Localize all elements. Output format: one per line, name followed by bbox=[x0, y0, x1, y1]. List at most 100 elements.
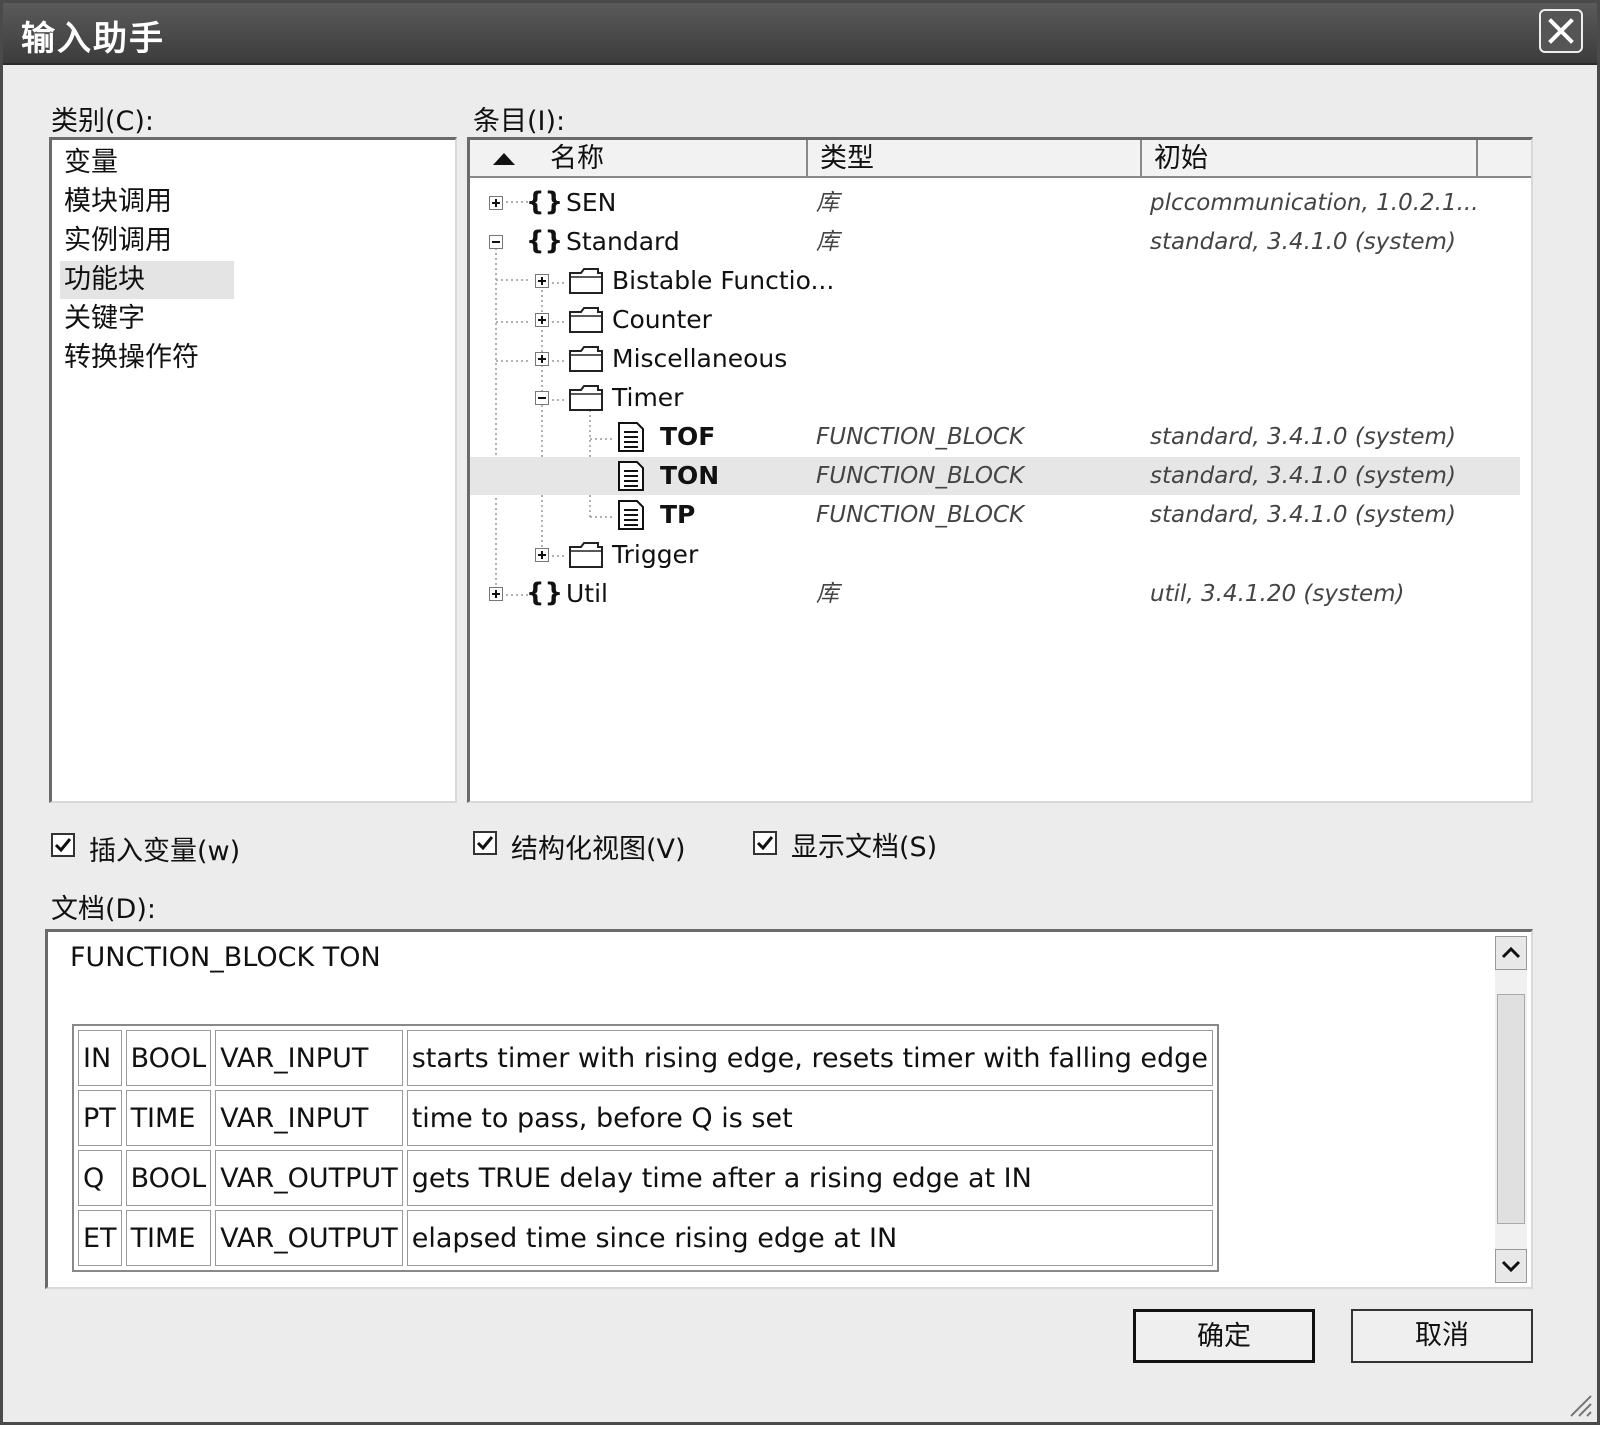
show-doc-checkbox[interactable] bbox=[753, 831, 777, 855]
param-description: elapsed time since rising edge at IN bbox=[406, 1210, 1213, 1266]
tree-row-ton[interactable]: TON FUNCTION_BLOCK standard, 3.4.1.0 (sy… bbox=[470, 457, 1520, 495]
close-button[interactable] bbox=[1539, 9, 1583, 53]
close-icon bbox=[1548, 18, 1574, 44]
tree-row-type: FUNCTION_BLOCK bbox=[816, 424, 1025, 450]
table-row: Q BOOL VAR_OUTPUT gets TRUE delay time a… bbox=[78, 1150, 1213, 1206]
resize-grip-icon[interactable] bbox=[1563, 1388, 1593, 1418]
column-header-type[interactable]: 类型 bbox=[808, 140, 1142, 178]
doc-panel[interactable]: FUNCTION_BLOCK TON IN BOOL VAR_INPUT sta… bbox=[45, 929, 1533, 1289]
tree-row-timer[interactable]: Timer bbox=[470, 379, 1520, 417]
tree-row-initial: standard, 3.4.1.0 (system) bbox=[1150, 424, 1456, 450]
expand-icon[interactable] bbox=[489, 196, 503, 210]
insert-variable-label[interactable]: 插入变量(w) bbox=[89, 829, 240, 868]
tree-row-bistable[interactable]: Bistable Functio... bbox=[470, 262, 1520, 300]
category-list[interactable]: 变量 模块调用 实例调用 功能块 关键字 转换操作符 bbox=[49, 137, 457, 803]
doc-scrollbar[interactable] bbox=[1495, 936, 1527, 1283]
items-tree[interactable]: 名称 类型 初始 {} SEN 库 plccommunication, 1.0.… bbox=[467, 137, 1533, 803]
tree-row-sen[interactable]: {} SEN 库 plccommunication, 1.0.2.1... bbox=[470, 184, 1520, 222]
ok-button[interactable]: 确定 bbox=[1133, 1309, 1315, 1363]
folder-icon bbox=[569, 346, 603, 372]
input-assistant-dialog: 输入助手 类别(C): 变量 模块调用 实例调用 功能块 关键字 转换操作符 条… bbox=[0, 0, 1600, 1425]
tree-row-initial: standard, 3.4.1.0 (system) bbox=[1150, 502, 1456, 528]
tree-row-util[interactable]: {} Util 库 util, 3.4.1.20 (system) bbox=[470, 575, 1520, 613]
tree-row-tp[interactable]: TP FUNCTION_BLOCK standard, 3.4.1.0 (sys… bbox=[470, 496, 1520, 534]
category-item-conversion-operator[interactable]: 转换操作符 bbox=[60, 339, 203, 377]
chevron-up-icon bbox=[1501, 946, 1521, 959]
chevron-down-icon bbox=[1501, 1260, 1521, 1273]
param-name: IN bbox=[78, 1030, 122, 1086]
scroll-down-button[interactable] bbox=[1495, 1249, 1527, 1283]
folder-open-icon bbox=[569, 385, 603, 411]
tree-row-counter[interactable]: Counter bbox=[470, 301, 1520, 339]
param-scope: VAR_INPUT bbox=[215, 1090, 403, 1146]
tree-row-name: Util bbox=[566, 579, 608, 608]
checkmark-icon bbox=[756, 836, 774, 851]
tree-row-miscellaneous[interactable]: Miscellaneous bbox=[470, 340, 1520, 378]
tree-row-trigger[interactable]: Trigger bbox=[470, 536, 1520, 574]
column-header-initial[interactable]: 初始 bbox=[1142, 140, 1478, 178]
category-item-instance-call[interactable]: 实例调用 bbox=[60, 222, 176, 260]
param-type: TIME bbox=[125, 1210, 212, 1266]
tree-row-name: Miscellaneous bbox=[612, 344, 788, 373]
category-item-variable[interactable]: 变量 bbox=[60, 144, 122, 182]
folder-icon bbox=[569, 307, 603, 333]
param-type: BOOL bbox=[125, 1030, 212, 1086]
param-scope: VAR_INPUT bbox=[215, 1030, 403, 1086]
tree-row-name: Trigger bbox=[612, 540, 699, 569]
tree-row-type: FUNCTION_BLOCK bbox=[816, 502, 1025, 528]
tree-row-type: 库 bbox=[816, 229, 839, 255]
param-type: BOOL bbox=[125, 1150, 212, 1206]
show-doc-label[interactable]: 显示文档(S) bbox=[791, 825, 937, 864]
insert-variable-checkbox[interactable] bbox=[51, 833, 75, 857]
checkmark-icon bbox=[54, 838, 72, 853]
category-label: 类别(C): bbox=[51, 106, 155, 137]
structured-view-checkbox[interactable] bbox=[473, 831, 497, 855]
scroll-up-button[interactable] bbox=[1495, 936, 1527, 970]
column-initial-label: 初始 bbox=[1154, 143, 1208, 174]
table-row: IN BOOL VAR_INPUT starts timer with risi… bbox=[78, 1030, 1213, 1086]
function-block-icon bbox=[618, 500, 644, 530]
param-description: time to pass, before Q is set bbox=[406, 1090, 1213, 1146]
param-type: TIME bbox=[125, 1090, 212, 1146]
column-header-extra bbox=[1478, 140, 1531, 178]
param-name: ET bbox=[78, 1210, 122, 1266]
cancel-button[interactable]: 取消 bbox=[1351, 1309, 1533, 1363]
column-type-label: 类型 bbox=[820, 143, 874, 174]
doc-title: FUNCTION_BLOCK TON bbox=[70, 942, 381, 973]
category-item-function-block[interactable]: 功能块 bbox=[60, 261, 234, 299]
collapse-icon[interactable] bbox=[489, 235, 503, 249]
window-title: 输入助手 bbox=[21, 19, 165, 59]
structured-view-label[interactable]: 结构化视图(V) bbox=[511, 827, 686, 866]
folder-icon bbox=[569, 268, 603, 294]
library-icon: {} bbox=[526, 578, 564, 608]
tree-row-name: TP bbox=[660, 500, 696, 529]
tree-row-initial: standard, 3.4.1.0 (system) bbox=[1150, 463, 1456, 489]
tree-row-initial: plccommunication, 1.0.2.1... bbox=[1150, 190, 1479, 216]
library-icon: {} bbox=[526, 226, 564, 256]
tree-row-type: 库 bbox=[816, 190, 839, 216]
collapse-icon[interactable] bbox=[535, 391, 549, 405]
tree-row-standard[interactable]: {} Standard 库 standard, 3.4.1.0 (system) bbox=[470, 223, 1520, 261]
tree-row-initial: standard, 3.4.1.0 (system) bbox=[1150, 229, 1456, 255]
tree-row-tof[interactable]: TOF FUNCTION_BLOCK standard, 3.4.1.0 (sy… bbox=[470, 418, 1520, 456]
param-name: PT bbox=[78, 1090, 122, 1146]
param-description: starts timer with rising edge, resets ti… bbox=[406, 1030, 1213, 1086]
tree-row-name: Standard bbox=[566, 227, 680, 256]
param-description: gets TRUE delay time after a rising edge… bbox=[406, 1150, 1213, 1206]
expand-icon[interactable] bbox=[535, 352, 549, 366]
scroll-thumb[interactable] bbox=[1497, 994, 1525, 1224]
expand-icon[interactable] bbox=[535, 313, 549, 327]
category-item-module-call[interactable]: 模块调用 bbox=[60, 183, 176, 221]
tree-row-name: Bistable Functio... bbox=[612, 266, 835, 295]
tree-row-name: TON bbox=[660, 461, 720, 490]
category-item-keyword[interactable]: 关键字 bbox=[60, 300, 149, 338]
expand-icon[interactable] bbox=[535, 548, 549, 562]
expand-icon[interactable] bbox=[535, 274, 549, 288]
function-block-icon bbox=[618, 422, 644, 452]
tree-row-name: Counter bbox=[612, 305, 712, 334]
tree-row-name: SEN bbox=[566, 188, 617, 217]
title-bar[interactable]: 输入助手 bbox=[3, 3, 1597, 65]
expand-icon[interactable] bbox=[489, 587, 503, 601]
doc-label: 文档(D): bbox=[51, 894, 156, 925]
tree-row-initial: util, 3.4.1.20 (system) bbox=[1150, 581, 1405, 607]
